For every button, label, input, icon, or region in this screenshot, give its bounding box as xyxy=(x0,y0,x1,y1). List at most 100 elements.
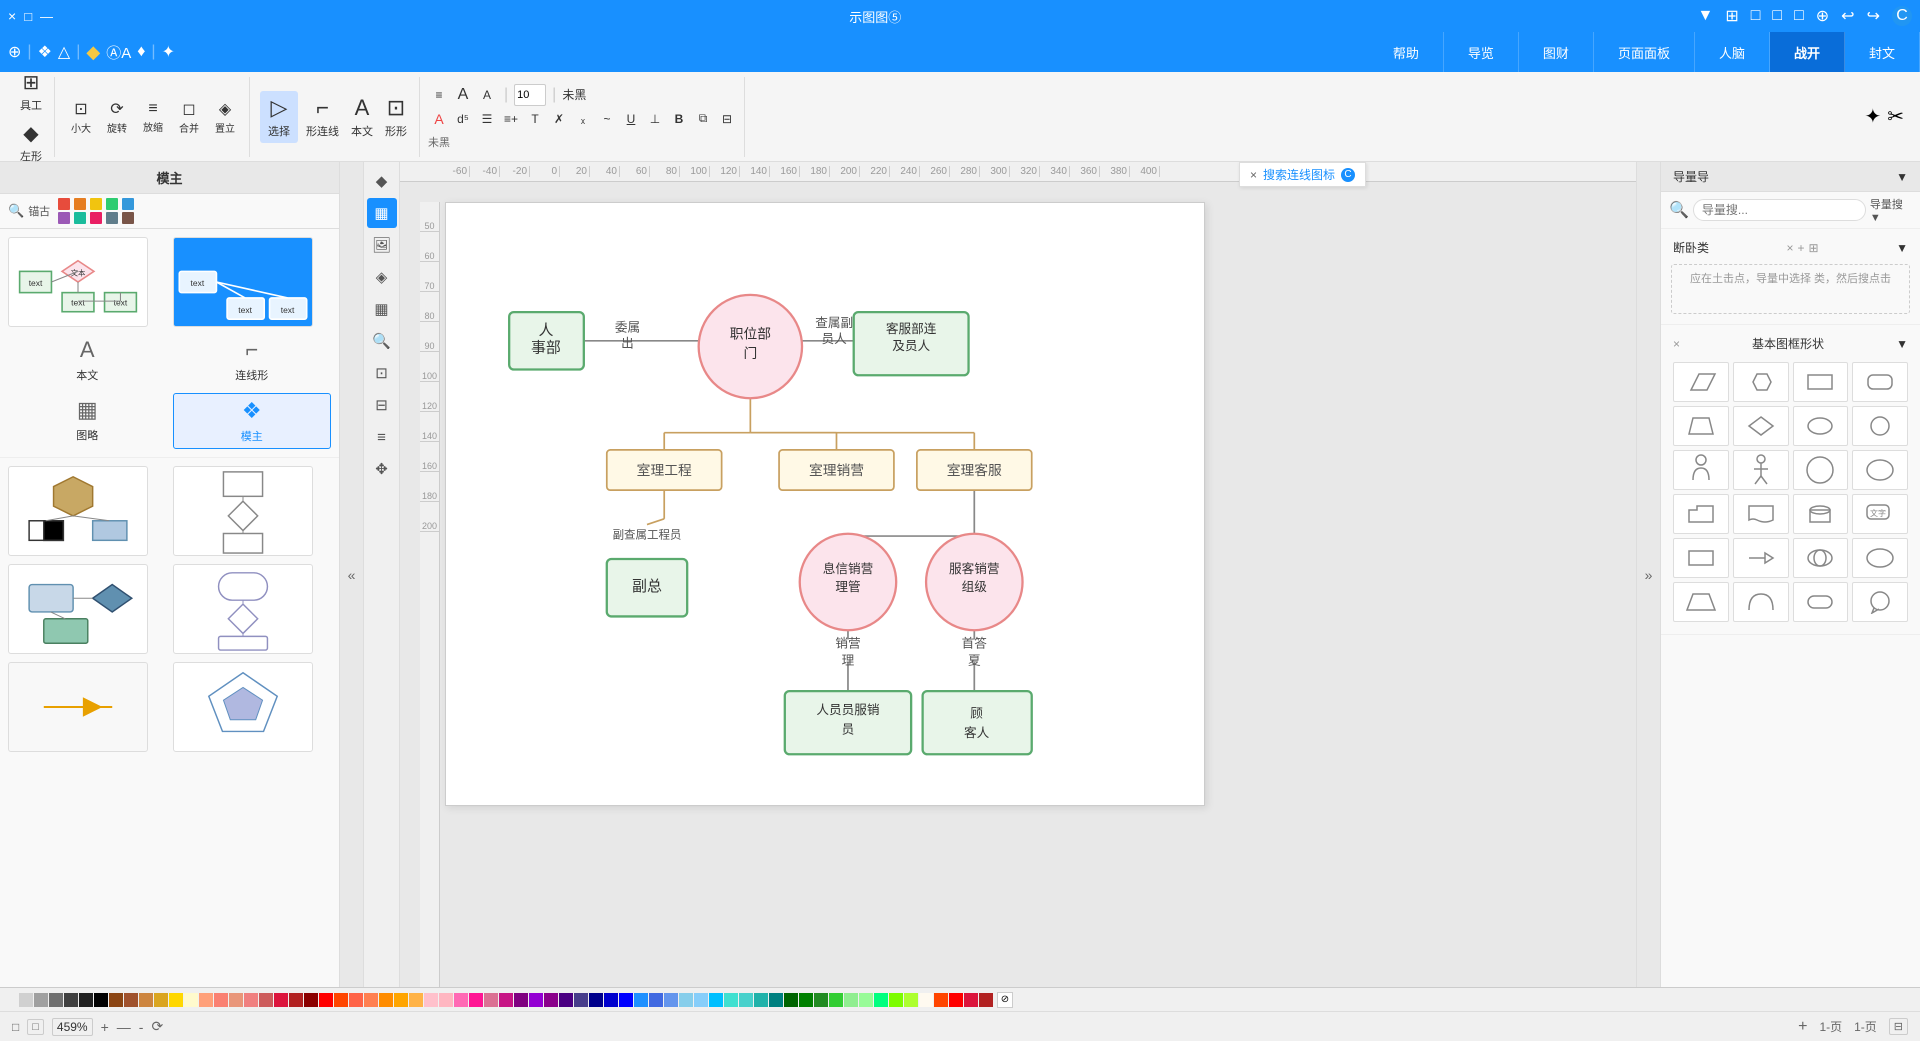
shape-cylinder[interactable] xyxy=(1793,494,1849,534)
color-swatch[interactable] xyxy=(79,993,93,1007)
color-swatch[interactable] xyxy=(289,993,303,1007)
shape-tab[interactable] xyxy=(1673,494,1729,534)
copy-format-btn[interactable]: ⧉ xyxy=(692,108,714,130)
zoom-out-btn[interactable]: - xyxy=(139,1019,144,1035)
color-swatch[interactable] xyxy=(64,993,78,1007)
color-swatch[interactable] xyxy=(19,993,33,1007)
align-btn[interactable]: ◈ 置立 xyxy=(209,97,241,137)
tab-nav[interactable]: 导览 xyxy=(1444,32,1519,72)
size-btn[interactable]: ⊡ 小大 xyxy=(65,97,97,137)
color-swatch[interactable] xyxy=(889,993,903,1007)
template-org1[interactable]: text 文本 text text xyxy=(8,237,148,327)
menu-shape-icon[interactable]: △ xyxy=(58,42,70,62)
undo-icon[interactable]: ↩ xyxy=(1841,6,1854,26)
layout-view-btn[interactable]: ⊟ xyxy=(1889,1018,1908,1035)
color-swatch[interactable] xyxy=(394,993,408,1007)
color-swatch[interactable] xyxy=(814,993,828,1007)
color-swatch[interactable] xyxy=(979,993,993,1007)
shape-oval[interactable] xyxy=(1852,450,1908,490)
minimize-icon[interactable]: — xyxy=(40,9,53,24)
lt-link-btn[interactable]: ⊟ xyxy=(367,390,397,420)
scale-btn[interactable]: ≡ 放缩 xyxy=(137,98,169,136)
shape-rounded-rect[interactable] xyxy=(1852,362,1908,402)
flow-chart-4[interactable] xyxy=(173,564,313,654)
shape-curved[interactable] xyxy=(1733,582,1789,622)
color-swatch[interactable] xyxy=(454,993,468,1007)
menu-grid-icon[interactable]: ❖ xyxy=(38,42,52,62)
shape-star[interactable] xyxy=(1793,538,1849,578)
shape-rect2[interactable] xyxy=(1673,538,1729,578)
color-swatch[interactable] xyxy=(274,993,288,1007)
color-swatch[interactable] xyxy=(694,993,708,1007)
shape-trapezoid[interactable] xyxy=(1673,406,1729,446)
shape-person-stick[interactable] xyxy=(1733,450,1789,490)
color-swatch[interactable] xyxy=(649,993,663,1007)
color-swatch[interactable] xyxy=(919,993,933,1007)
menu-star-icon[interactable]: ♦ xyxy=(137,43,145,61)
section-binding-header[interactable]: 断卧类 × + ⊞ ▼ xyxy=(1667,235,1914,260)
tab-brain[interactable]: 人脑 xyxy=(1695,32,1770,72)
window-icon[interactable]: □ xyxy=(1751,7,1761,25)
color-swatch[interactable] xyxy=(169,993,183,1007)
zoom-in-btn[interactable]: + xyxy=(101,1019,109,1035)
add-page-icon[interactable]: + xyxy=(1798,1018,1807,1036)
shape-large-circle[interactable] xyxy=(1793,450,1849,490)
color-swatch[interactable] xyxy=(529,993,543,1007)
color-swatch[interactable] xyxy=(244,993,258,1007)
color-swatch[interactable] xyxy=(334,993,348,1007)
collapse-panel-btn[interactable]: « xyxy=(340,162,364,987)
shape-hexagon[interactable] xyxy=(1733,362,1789,402)
add-icon[interactable]: □ xyxy=(1794,7,1804,25)
shape-rect[interactable] xyxy=(1793,362,1849,402)
shape-circle[interactable] xyxy=(1852,406,1908,446)
paste-format-btn[interactable]: ⊟ xyxy=(716,108,738,130)
color-swatch[interactable] xyxy=(124,993,138,1007)
color-swatch[interactable] xyxy=(259,993,273,1007)
flow-chart-3[interactable] xyxy=(8,564,148,654)
color-swatch[interactable] xyxy=(229,993,243,1007)
color-swatch[interactable] xyxy=(514,993,528,1007)
shape-callout[interactable] xyxy=(1852,538,1908,578)
lt-grid-btn[interactable]: ▦ xyxy=(367,198,397,228)
color-swatch[interactable] xyxy=(484,993,498,1007)
color-swatch[interactable] xyxy=(754,993,768,1007)
shape-trapz2[interactable] xyxy=(1673,582,1729,622)
flow-chart-6[interactable] xyxy=(173,662,313,752)
color-swatch[interactable] xyxy=(544,993,558,1007)
color-swatch[interactable] xyxy=(304,993,318,1007)
color-swatch[interactable] xyxy=(184,993,198,1007)
color-swatch[interactable] xyxy=(739,993,753,1007)
lt-table-btn[interactable]: ▦ xyxy=(367,294,397,324)
color-swatch[interactable] xyxy=(364,993,378,1007)
color-swatch[interactable] xyxy=(499,993,513,1007)
color-swatch[interactable] xyxy=(34,993,48,1007)
color-swatch[interactable] xyxy=(424,993,438,1007)
browser-icon[interactable]: C xyxy=(1892,6,1912,26)
connector-btn[interactable]: ⌐ 形连线 xyxy=(302,93,343,141)
cut-icon[interactable]: ✂ xyxy=(1887,104,1904,129)
section-chevron-icon[interactable]: ▼ xyxy=(1896,241,1908,255)
color-swatch[interactable] xyxy=(409,993,423,1007)
flow-chart-2[interactable] xyxy=(173,466,313,556)
section-add-icon[interactable]: + xyxy=(1798,241,1805,255)
menu-cursor2-icon[interactable]: ✦ xyxy=(162,42,175,62)
color-swatch[interactable] xyxy=(574,993,588,1007)
flow-chart-5[interactable] xyxy=(8,662,148,752)
tab-help[interactable]: 帮助 xyxy=(1369,32,1444,72)
color-swatch[interactable] xyxy=(109,993,123,1007)
template-main[interactable]: ❖ 模主 xyxy=(173,393,332,449)
shape-ellipse[interactable] xyxy=(1793,406,1849,446)
tool-shape-btn[interactable]: ◆ 左形 xyxy=(16,119,46,166)
shape-rounded2[interactable] xyxy=(1793,582,1849,622)
color-swatch[interactable] xyxy=(904,993,918,1007)
subscript-btn[interactable]: ₓ xyxy=(572,108,594,130)
color-swatch[interactable] xyxy=(199,993,213,1007)
color-swatch[interactable] xyxy=(604,993,618,1007)
section-shapes-close-icon[interactable]: × xyxy=(1673,337,1680,351)
color-swatch[interactable] xyxy=(469,993,483,1007)
grid-icon[interactable]: ⊞ xyxy=(1725,6,1738,26)
color-swatch[interactable] xyxy=(634,993,648,1007)
align-right-icon[interactable]: 未黑 xyxy=(428,134,450,150)
color-swatch[interactable] xyxy=(844,993,858,1007)
tool-grid-btn[interactable]: ⊞ 具工 xyxy=(16,68,46,115)
